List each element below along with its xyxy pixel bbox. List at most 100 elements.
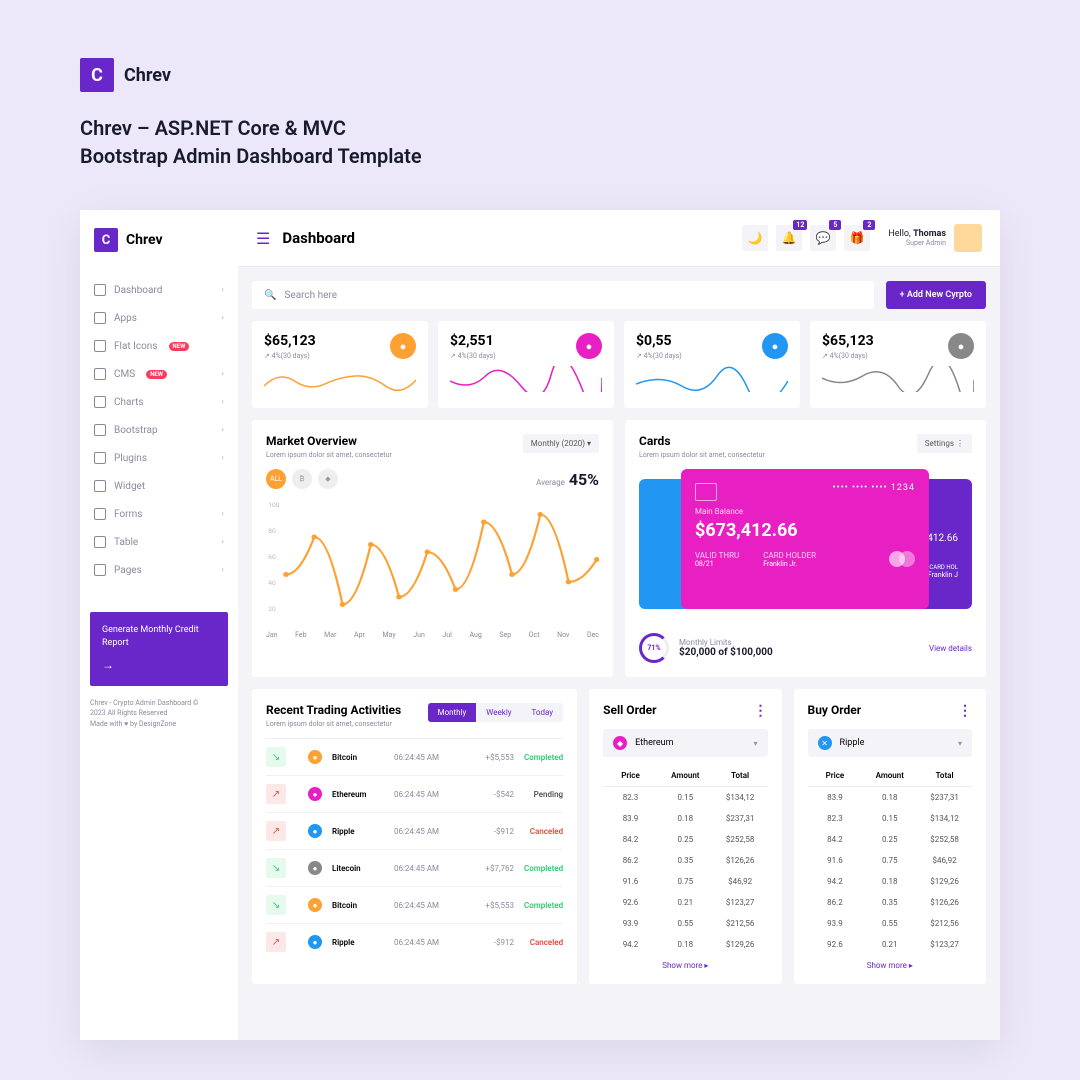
sidebar-item-charts[interactable]: Charts›	[90, 388, 228, 416]
sidebar-item-flat-icons[interactable]: Flat IconsNEW	[90, 332, 228, 360]
order-row[interactable]: 83.90.18$237,31	[808, 787, 972, 808]
order-row[interactable]: 92.60.21$123,27	[808, 934, 972, 955]
activity-row[interactable]: ↘●Litecoin06:24:45 AM+$7,762Completed	[266, 849, 563, 886]
limits-ring: 71%	[639, 633, 669, 663]
sidebar-item-cms[interactable]: CMSNEW›	[90, 360, 228, 388]
page-tagline: Chrev – ASP.NET Core & MVC Bootstrap Adm…	[80, 114, 1000, 170]
tab-today[interactable]: Today	[522, 703, 564, 722]
tab-weekly[interactable]: Weekly	[476, 703, 521, 722]
nav-icon	[94, 312, 106, 324]
order-row[interactable]: 93.90.55$212,56	[808, 913, 972, 934]
tab-monthly[interactable]: Monthly	[428, 703, 477, 722]
sidebar-item-pages[interactable]: Pages›	[90, 556, 228, 584]
order-row[interactable]: 92.60.21$123,27	[603, 892, 767, 913]
nav-icon	[94, 424, 106, 436]
order-row[interactable]: 83.90.18$237,31	[603, 808, 767, 829]
sidebar-item-plugins[interactable]: Plugins›	[90, 444, 228, 472]
sidebar-item-forms[interactable]: Forms›	[90, 500, 228, 528]
add-crypto-button[interactable]: + Add New Cyrpto	[886, 281, 986, 309]
order-row[interactable]: 84.20.25$252,58	[603, 829, 767, 850]
topbar: ☰ Dashboard 🌙 🔔12 💬5 🎁2 Hello, Thomas Su…	[238, 210, 1000, 267]
order-row[interactable]: 84.20.25$252,58	[808, 829, 972, 850]
credit-card-main[interactable]: •••• •••• •••• 1234 Main Balance $673,41…	[681, 469, 929, 609]
chevron-right-icon: ›	[221, 313, 224, 323]
order-row[interactable]: 91.60.75$46,92	[808, 850, 972, 871]
sidebar-item-dashboard[interactable]: Dashboard›	[90, 276, 228, 304]
stat-card[interactable]: $65,123↗ 4%(30 days)●	[252, 321, 428, 408]
gift-icon[interactable]: 🎁2	[844, 225, 870, 251]
chevron-right-icon: ›	[221, 453, 224, 463]
order-row[interactable]: 86.20.35$126,26	[603, 850, 767, 871]
buy-order-card: Buy Order ⋮ ✕ Ripple▾ PriceAmountTotal 8…	[794, 689, 986, 984]
chevron-right-icon: ›	[221, 565, 224, 575]
main-balance: $673,412.66	[695, 520, 915, 541]
order-row[interactable]: 82.30.15$134,12	[808, 808, 972, 829]
coin-icon: ●	[308, 750, 322, 764]
sidebar-item-table[interactable]: Table›	[90, 528, 228, 556]
activity-row[interactable]: ↗●Ripple06:24:45 AM-$912Canceled	[266, 923, 563, 960]
promo-card[interactable]: Generate Monthly Credit Report →	[90, 612, 228, 686]
order-row[interactable]: 91.60.75$46,92	[603, 871, 767, 892]
direction-icon: ↗	[266, 784, 286, 804]
activity-row[interactable]: ↗●Ripple06:24:45 AM-$912Canceled	[266, 812, 563, 849]
market-period-dropdown[interactable]: Monthly (2020) ▾	[523, 434, 599, 453]
sidebar-footer: Chrev - Crypto Admin Dashboard © 2023 Al…	[90, 698, 228, 730]
message-icon[interactable]: 💬5	[810, 225, 836, 251]
order-row[interactable]: 82.30.15$134,12	[603, 787, 767, 808]
sidebar-brand[interactable]: C Chrev	[90, 228, 228, 252]
arrow-right-icon: →	[102, 657, 216, 674]
cards-title: Cards	[639, 434, 765, 448]
brand-header: C Chrev	[80, 58, 1000, 92]
avatar	[954, 224, 982, 252]
stat-card[interactable]: $0,55↗ 4%(30 days)●	[624, 321, 800, 408]
nav-icon	[94, 368, 106, 380]
msg-badge: 5	[829, 220, 841, 230]
sell-show-more[interactable]: Show more ▸	[603, 955, 767, 970]
stat-card[interactable]: $2,551↗ 4%(30 days)●	[438, 321, 614, 408]
direction-icon: ↘	[266, 747, 286, 767]
theme-toggle[interactable]: 🌙	[742, 225, 768, 251]
user-menu[interactable]: Hello, Thomas Super Admin	[888, 224, 982, 252]
order-row[interactable]: 94.20.18$129,26	[808, 871, 972, 892]
crypto-icon: ●	[390, 333, 416, 359]
ethereum-icon: ◆	[613, 736, 627, 750]
ripple-icon: ✕	[818, 736, 832, 750]
activity-row[interactable]: ↘●Bitcoin06:24:45 AM+$5,553Completed	[266, 738, 563, 775]
chevron-right-icon: ›	[221, 509, 224, 519]
sidebar-item-widget[interactable]: Widget	[90, 472, 228, 500]
buy-coin-select[interactable]: ✕ Ripple▾	[808, 729, 972, 757]
order-row[interactable]: 86.20.35$126,26	[808, 892, 972, 913]
view-details-link[interactable]: View details	[929, 644, 972, 653]
bell-icon[interactable]: 🔔12	[776, 225, 802, 251]
svg-text:80: 80	[268, 527, 276, 535]
coin-icon: ●	[308, 861, 322, 875]
order-row[interactable]: 94.20.18$129,26	[603, 934, 767, 955]
market-title: Market Overview	[266, 434, 392, 448]
search-input[interactable]: 🔍 Search here	[252, 281, 874, 309]
activity-row[interactable]: ↘●Bitcoin06:24:45 AM+$5,553Completed	[266, 886, 563, 923]
sidebar-item-bootstrap[interactable]: Bootstrap›	[90, 416, 228, 444]
sell-order-card: Sell Order ⋮ ◆ Ethereum▾ PriceAmountTota…	[589, 689, 781, 984]
sell-menu-icon[interactable]: ⋮	[754, 703, 768, 719]
stat-card[interactable]: $65,123↗ 4%(30 days)●	[810, 321, 986, 408]
chevron-right-icon: ›	[221, 397, 224, 407]
buy-menu-icon[interactable]: ⋮	[958, 703, 972, 719]
filter-all[interactable]: ALL	[266, 469, 286, 489]
filter-eth[interactable]: ◆	[318, 469, 338, 489]
direction-icon: ↘	[266, 895, 286, 915]
nav-icon	[94, 508, 106, 520]
sidebar-item-apps[interactable]: Apps›	[90, 304, 228, 332]
chip-icon	[695, 483, 717, 501]
order-row[interactable]: 93.90.55$212,56	[603, 913, 767, 934]
sell-coin-select[interactable]: ◆ Ethereum▾	[603, 729, 767, 757]
page-title: Dashboard	[282, 229, 355, 247]
menu-icon[interactable]: ☰	[256, 229, 270, 248]
sidebar: C Chrev Dashboard›Apps›Flat IconsNEWCMSN…	[80, 210, 238, 1040]
crypto-icon: ●	[576, 333, 602, 359]
activity-row[interactable]: ↗●Ethereum06:24:45 AM-$542Pending	[266, 775, 563, 812]
filter-btc[interactable]: ₿	[292, 469, 312, 489]
main-area: ☰ Dashboard 🌙 🔔12 💬5 🎁2 Hello, Thomas Su…	[238, 210, 1000, 1040]
direction-icon: ↘	[266, 858, 286, 878]
cards-settings-button[interactable]: Settings ⋮	[917, 434, 972, 453]
buy-show-more[interactable]: Show more ▸	[808, 955, 972, 970]
